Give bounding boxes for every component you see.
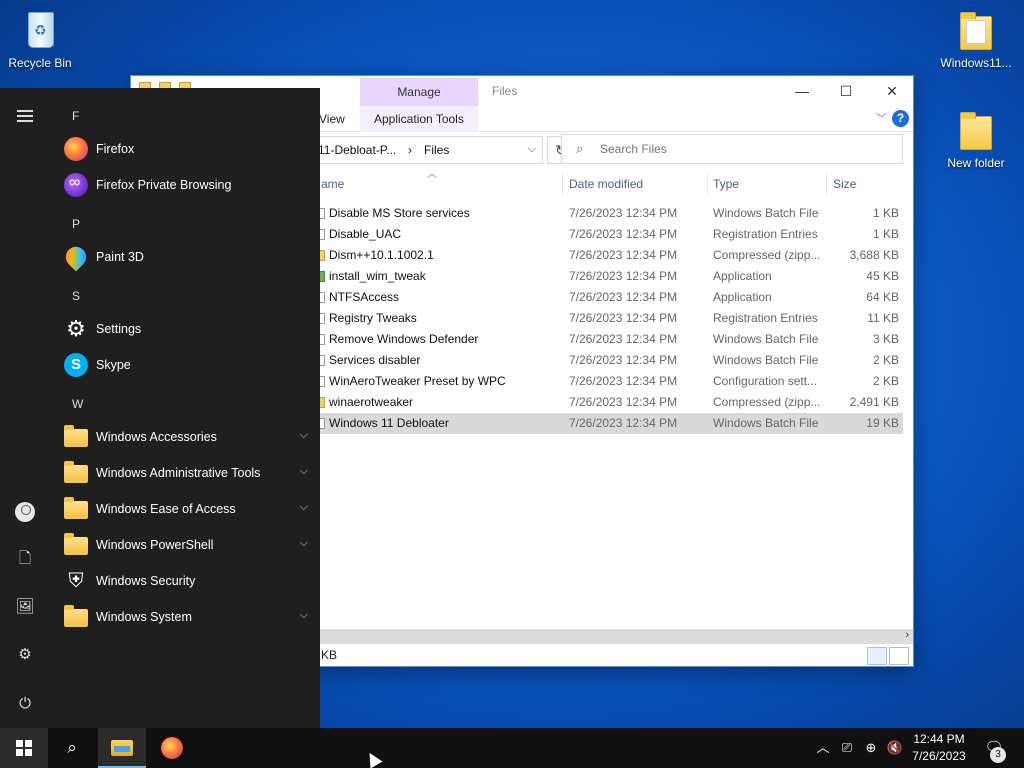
app-firefox[interactable]: Firefox [62,132,312,166]
taskbar: ⌕ ︿ ⎚ ⊕ 🔇 12:44 PM 7/26/2023 🗨 3 [0,728,1024,768]
start-button[interactable] [0,728,48,768]
breadcrumb-parent[interactable]: s11-Debloat-P... [312,143,396,157]
column-header-name[interactable]: ame [321,172,344,196]
recycle-bin-icon [18,8,62,52]
folder-icon [64,605,88,627]
tab-manage[interactable]: Manage [360,78,478,106]
letter-header-w[interactable]: W [72,397,83,411]
address-bar[interactable]: s11-Debloat-P... › Files ⌵ [307,136,543,164]
app-skype[interactable]: S Skype [62,348,312,382]
desktop-icon-label: Windows11... [940,56,1012,70]
start-menu-rail: 🗋 🖼 ⚙ ⏻ [0,88,50,728]
shield-icon: ⛨ [68,570,84,592]
app-windows-administrative-tools[interactable]: Windows Administrative Tools ⌵ [62,456,312,490]
folder-icon [64,425,88,447]
chevron-up-icon[interactable]: ︿ [814,738,832,758]
paint-3d-icon [61,242,91,272]
details-view-icon[interactable] [867,647,887,665]
firefox-icon [161,737,183,759]
windows-logo-icon [16,740,32,756]
desktop-icon-recycle-bin[interactable]: Recycle Bin [0,8,80,70]
column-header-type[interactable]: Type [713,172,739,196]
app-paint-3d[interactable]: Paint 3D [61,240,312,274]
letter-header-f[interactable]: F [72,109,79,123]
folder-icon [954,8,998,52]
search-icon: ⌕ [576,141,584,156]
folder-icon [64,497,88,519]
clock-date: 7/26/2023 [912,749,966,763]
settings-gear-icon: ⚙ [66,316,86,341]
scroll-right-icon[interactable]: › [905,629,909,641]
app-windows-accessories[interactable]: Windows Accessories ⌵ [62,420,312,454]
power-icon[interactable]: ⏻ [14,693,36,715]
taskbar-firefox[interactable] [148,728,196,768]
chevron-down-icon[interactable]: ﹀ [876,110,887,126]
file-explorer-icon [111,740,133,756]
notification-count-badge: 3 [990,747,1006,763]
desktop-icon-label: New folder [947,156,1005,170]
chevron-down-icon[interactable]: ⌵ [300,501,308,514]
desktop-icon-new-folder[interactable]: New folder [936,108,1016,170]
letter-header-p[interactable]: P [72,217,80,231]
search-box[interactable]: ⌕ [561,134,903,164]
settings-gear-icon[interactable]: ⚙ [14,644,36,666]
clock-time: 12:44 PM [913,732,965,746]
desktop-icon-label: Recycle Bin [8,56,72,70]
tab-application-tools[interactable]: Application Tools [360,106,478,132]
maximize-button[interactable]: ☐ [823,78,869,104]
firefox-icon [64,137,88,161]
app-windows-system[interactable]: Windows System ⌵ [62,600,312,634]
firefox-private-icon [64,173,88,197]
user-avatar-icon[interactable] [15,502,35,522]
column-header-date-modified[interactable]: Date modified [569,172,643,196]
app-windows-powershell[interactable]: Windows PowerShell ⌵ [62,528,312,562]
minimize-button[interactable]: — [779,78,825,104]
pictures-icon[interactable]: 🖼 [14,596,36,618]
desktop-icon-windows11-folder[interactable]: Windows11... [936,8,1016,70]
folder-icon [954,108,998,152]
chevron-down-icon[interactable]: ⌵ [300,429,308,442]
app-settings[interactable]: ⚙ Settings [62,312,312,346]
taskbar-file-explorer[interactable] [98,728,146,768]
tab-view[interactable]: View [319,106,345,132]
search-icon: ⌕ [67,738,77,757]
window-title: Files [492,84,518,98]
system-clock[interactable]: 12:44 PM 7/26/2023 [900,731,978,765]
chevron-down-icon[interactable]: ⌵ [300,465,308,478]
breadcrumb-separator[interactable]: › [408,143,412,157]
network-icon[interactable]: ⊕ [862,738,880,758]
app-windows-security[interactable]: ⛨ Windows Security [62,564,312,598]
chevron-down-icon[interactable]: ⌵ [300,609,308,622]
breadcrumb-current[interactable]: Files [424,143,449,157]
skype-icon: S [64,353,88,377]
hamburger-menu-icon[interactable] [17,110,33,122]
app-windows-ease-of-access[interactable]: Windows Ease of Access ⌵ [62,492,312,526]
search-input[interactable] [600,141,890,157]
documents-icon[interactable]: 🗋 [14,548,36,570]
column-header-size[interactable]: Size [833,172,856,196]
chevron-down-icon[interactable]: ⌵ [528,143,536,156]
letter-header-s[interactable]: S [72,289,80,303]
start-app-list: F Firefox Firefox Private Browsing P Pai… [50,88,320,728]
close-button[interactable]: ✕ [869,78,913,104]
large-icons-view-icon[interactable] [889,647,909,665]
meet-now-icon[interactable]: ⎚ [838,738,856,758]
chevron-down-icon[interactable]: ⌵ [300,537,308,550]
folder-icon [64,461,88,483]
start-menu: 🗋 🖼 ⚙ ⏻ F Firefox Firefox Private Browsi… [0,88,320,728]
folder-icon [64,533,88,555]
app-firefox-private-browsing[interactable]: Firefox Private Browsing [62,168,312,202]
help-icon[interactable]: ? [892,110,909,127]
taskbar-search-button[interactable]: ⌕ [48,728,96,768]
status-text: KB [321,648,338,662]
